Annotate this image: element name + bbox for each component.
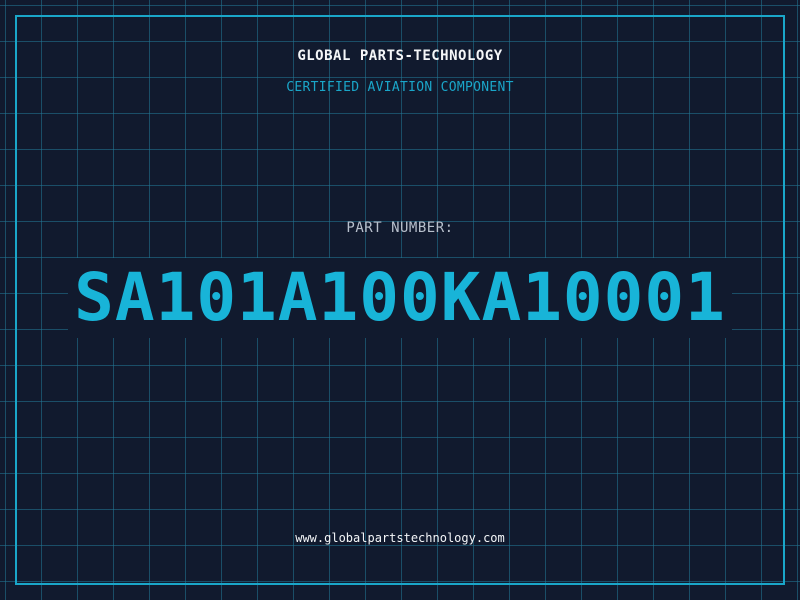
part-number-label: PART NUMBER:	[346, 220, 454, 236]
website-url: www.globalpartstechnology.com	[295, 531, 505, 545]
certification-subtitle: CERTIFIED AVIATION COMPONENT	[286, 80, 514, 95]
company-name: GLOBAL PARTS-TECHNOLOGY	[297, 48, 503, 64]
part-number-value: SA101A100KA10001	[68, 258, 732, 338]
part-number-container: SA101A100KA10001	[0, 258, 800, 338]
